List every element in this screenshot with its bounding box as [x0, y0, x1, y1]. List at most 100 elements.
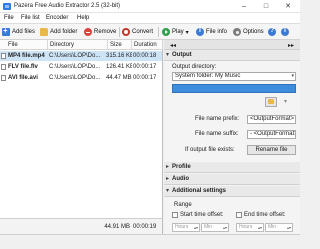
add-files-button[interactable]: Add files [2, 26, 35, 38]
additional-settings-header[interactable]: ▾ Additional settings [164, 186, 300, 197]
menu-file[interactable]: File [4, 15, 14, 21]
browse-folder-button[interactable] [265, 97, 277, 107]
suffix-input[interactable]: - <OutputFormat> [247, 130, 296, 139]
play-label: Play [172, 29, 184, 35]
column-header-size[interactable]: Size [108, 40, 132, 50]
prefix-input[interactable]: <OutputFormat> - [247, 115, 296, 124]
file-directory: C:\Users\LOP\Do... [49, 64, 101, 70]
file-duration: 00:00:18 [133, 53, 157, 59]
end-min-label: Min [268, 224, 277, 230]
convert-button[interactable]: Convert [122, 26, 153, 38]
file-icon [1, 75, 6, 81]
file-name: MP4 file.mp4 [8, 53, 45, 59]
minimize-button[interactable]: – [233, 0, 255, 13]
end-offset-checkbox[interactable] [236, 212, 242, 218]
column-header-duration[interactable]: Duration [132, 40, 163, 50]
end-min-input[interactable]: Min ▴▾ [265, 223, 293, 232]
menu-encoder[interactable]: Encoder [46, 15, 68, 21]
table-row[interactable]: AVI file.avi C:\Users\LOP\Do... 44.47 MB… [0, 73, 162, 83]
spin-arrows-icon[interactable]: ▴▾ [287, 224, 291, 231]
rename-file-button[interactable]: Rename file [247, 145, 296, 155]
start-offset-label: Start time offset: [180, 212, 224, 218]
nav-next-icon[interactable]: ▸▸ [288, 42, 294, 49]
file-directory: C:\Users\LOP\Do... [49, 53, 101, 59]
column-header-directory[interactable]: Directory [48, 40, 108, 50]
chevron-down-icon: ▾ [166, 52, 170, 58]
close-button[interactable]: ✕ [277, 0, 299, 13]
profile-section-title: Profile [172, 164, 191, 170]
output-directory-value: System folder: My Music [175, 73, 241, 79]
chevron-right-icon: ▸ [166, 164, 170, 170]
toolbar: Add files Add folder Remove Convert Play… [0, 24, 300, 40]
play-icon [162, 28, 170, 36]
file-info-button[interactable]: File info [196, 26, 227, 38]
help-button[interactable] [268, 26, 276, 38]
folder-menu-icon[interactable]: ▾ [284, 98, 287, 105]
add-folder-button[interactable]: Add folder [40, 26, 77, 38]
toolbar-separator [158, 27, 159, 37]
window-title: Pazera Free Audio Extractor 2.5 (32-bit) [14, 3, 121, 9]
file-size: 44.47 MB [106, 75, 132, 81]
add-files-label: Add files [12, 29, 36, 35]
options-label: Options [243, 29, 264, 35]
help-icon [268, 27, 276, 36]
file-list[interactable]: File Directory Size Duration MP4 file.mp… [0, 40, 163, 234]
prefix-label: File name prefix: [195, 116, 240, 122]
file-icon [1, 53, 6, 59]
toolbar-separator [119, 27, 120, 37]
chevron-down-icon: ▾ [166, 188, 170, 194]
file-size: 126.41 KB [106, 64, 132, 70]
end-hours-label: Hours [239, 224, 253, 230]
add-folder-label: Add folder [50, 29, 78, 35]
start-hours-input[interactable]: Hours ▴▾ [172, 223, 200, 232]
file-directory: C:\Users\LOP\Do... [49, 75, 101, 81]
panel-nav: ◂◂ ▸▸ [164, 40, 300, 50]
output-section-header[interactable]: ▾ Output [164, 50, 300, 61]
file-list-totals: 44.91 MB 00:00:19 [0, 218, 163, 234]
nav-prev-icon[interactable]: ◂◂ [170, 42, 176, 49]
status-bar [0, 234, 300, 249]
exists-label: If output file exists: [185, 147, 235, 153]
output-directory-select[interactable]: System folder: My Music ▾ [172, 72, 296, 81]
info-button[interactable] [281, 26, 289, 38]
range-label: Range [174, 202, 192, 208]
column-header-file[interactable]: File [0, 40, 48, 50]
chevron-down-icon: ▾ [291, 73, 294, 79]
file-duration: 00:00:17 [133, 64, 157, 70]
menu-help[interactable]: Help [77, 15, 89, 21]
chevron-right-icon: ▸ [166, 176, 170, 182]
settings-panel: ◂◂ ▸▸ ▾ Output Output directory: System … [164, 40, 300, 234]
table-row[interactable]: MP4 file.mp4 C:\Users\LOP\Do... 315.16 K… [0, 51, 162, 61]
add-files-icon [2, 26, 10, 36]
output-path-field[interactable] [172, 84, 296, 93]
spin-arrows-icon[interactable]: ▴▾ [258, 224, 262, 231]
options-button[interactable]: Options [233, 26, 264, 38]
folder-icon [40, 28, 48, 36]
remove-icon [84, 28, 92, 36]
remove-button[interactable]: Remove [84, 26, 116, 38]
audio-section-header[interactable]: ▸ Audio [164, 174, 300, 185]
convert-icon [122, 28, 130, 36]
spin-arrows-icon[interactable]: ▴▾ [223, 224, 227, 231]
start-offset-checkbox[interactable] [172, 212, 178, 218]
start-hours-label: Hours [175, 224, 189, 230]
output-directory-label: Output directory: [172, 64, 217, 70]
start-min-input[interactable]: Min ▴▾ [201, 223, 229, 232]
convert-label: Convert [132, 29, 154, 35]
menu-file-list[interactable]: File list [21, 15, 40, 21]
start-min-label: Min [204, 224, 213, 230]
maximize-button[interactable]: □ [255, 0, 277, 13]
profile-section-header[interactable]: ▸ Profile [164, 162, 300, 173]
spin-arrows-icon[interactable]: ▴▾ [194, 224, 198, 231]
play-button[interactable]: Play ▾ [162, 26, 189, 38]
file-name: AVI file.avi [8, 75, 38, 81]
suffix-label: File name suffix: [195, 131, 239, 137]
end-offset-label: End time offset: [244, 212, 286, 218]
table-row[interactable]: FLV file.flv C:\Users\LOP\Do... 126.41 K… [0, 62, 162, 72]
total-duration: 00:00:19 [133, 224, 157, 230]
end-hours-input[interactable]: Hours ▴▾ [236, 223, 264, 232]
play-dropdown-icon[interactable]: ▾ [186, 29, 189, 36]
info-icon [196, 27, 204, 36]
folder-icon [268, 99, 274, 104]
file-duration: 00:00:17 [133, 75, 157, 81]
